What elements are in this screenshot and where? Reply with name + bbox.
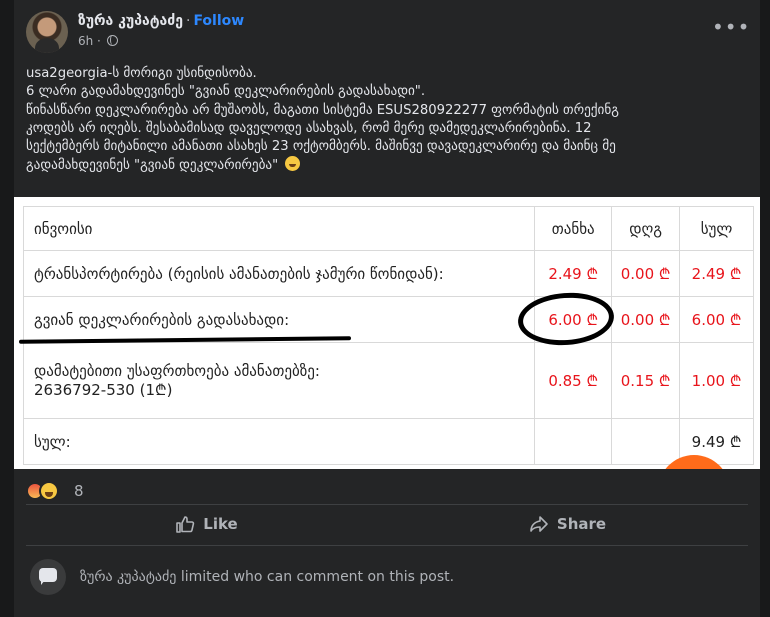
- invoice-row: ტრანსპორტირება (რეისის ამანათების ჯამური…: [22, 250, 754, 297]
- reaction-count: 8: [74, 482, 84, 500]
- like-label: Like: [203, 515, 238, 533]
- header-price: თანხა: [534, 206, 613, 251]
- globe-icon: [106, 35, 118, 46]
- row-vat: 0.15 ₾: [611, 342, 681, 419]
- row-label: ტრანსპორტირება (რეისის ამანათების ჯამური…: [22, 250, 536, 297]
- share-label: Share: [556, 515, 607, 533]
- comment-restriction-text: ზურა კუპატაძე limited who can comment on…: [80, 569, 455, 585]
- post-header: ზურა კუპატაძე · Follow 6h ·: [26, 11, 726, 53]
- post-text-line: usa2georgia-ს მორიგი უსინდისობა.: [26, 66, 257, 81]
- post-text-line: სექტემბერს მიტანილი ამანათი ასახეს 23 ოქ…: [26, 139, 616, 155]
- grimace-emoji-icon: [285, 156, 301, 172]
- haha-icon: [39, 481, 59, 501]
- author-row: ზურა კუპატაძე · Follow: [78, 13, 244, 29]
- sum-empty-cell: [611, 418, 681, 465]
- post-text-line: წინასწარი დეკლარირება არ მუშაობს, მაგათი…: [26, 102, 619, 118]
- like-button[interactable]: Like: [26, 505, 387, 543]
- invoice-row: დამატებითი უსაფრთხოება ამანათებზე: 26367…: [22, 342, 754, 419]
- header-item: ინვოისი: [22, 206, 536, 251]
- row-total: 1.00 ₾: [679, 342, 754, 419]
- invoice-row: გვიან დეკლარირების გადასახადი: 6.00 ₾ 0.…: [22, 296, 754, 343]
- row-price: 0.85 ₾: [534, 342, 613, 419]
- row-label: დამატებითი უსაფრთხოება ამანათებზე:: [34, 361, 320, 380]
- post-card: ზურა კუპატაძე · Follow 6h · ••• usa2georgi…: [14, 0, 760, 617]
- row-vat: 0.00 ₾: [611, 250, 681, 297]
- more-options-button[interactable]: •••: [712, 15, 749, 51]
- row-total: 2.49 ₾: [679, 250, 754, 297]
- post-text: usa2georgia-ს მორიგი უსინდისობა. 6 ლარი …: [26, 65, 751, 176]
- header-vat: დღგ: [611, 206, 681, 251]
- action-bar: Like Share: [26, 505, 748, 543]
- separator-dot: ·: [185, 13, 191, 29]
- author-name[interactable]: ზურა კუპატაძე: [78, 13, 183, 29]
- invoice-screenshot[interactable]: ინვოისი თანხა დღგ სულ ტრანსპორტირება (რე…: [14, 197, 760, 469]
- sum-empty-cell: [534, 418, 613, 465]
- post-text-line: კოდებს არ იღებს. შესაბამისად დაველოდე ას…: [26, 120, 592, 136]
- follow-button[interactable]: Follow: [193, 13, 244, 29]
- invoice-sum-row: სულ: 9.49 ₾: [22, 418, 754, 465]
- row-label-detail: 2636792-530 (1₾): [34, 380, 173, 399]
- invoice-header-row: ინვოისი თანხა დღგ სულ: [22, 206, 754, 251]
- avatar[interactable]: [26, 11, 68, 53]
- post-text-last-line: გადამახდევინეს "გვიან დეკლარირება": [26, 156, 751, 175]
- post-text-line: 6 ლარი გადამახდევინეს "გვიან დეკლარირები…: [26, 84, 426, 100]
- row-price: 2.49 ₾: [534, 250, 613, 297]
- like-icon: [176, 516, 195, 533]
- row-label-cell: დამატებითი უსაფრთხოება ამანათებზე: 26367…: [22, 342, 536, 419]
- post-text-line: გადამახდევინეს "გვიან დეკლარირება": [26, 158, 279, 174]
- sum-label: სულ:: [22, 418, 536, 465]
- post-meta: 6h ·: [78, 34, 118, 48]
- header-total: სულ: [679, 206, 754, 251]
- row-vat: 0.00 ₾: [611, 296, 681, 343]
- share-button[interactable]: Share: [387, 505, 748, 543]
- share-icon: [530, 516, 548, 532]
- post-time[interactable]: 6h ·: [78, 34, 101, 48]
- row-total: 6.00 ₾: [679, 296, 754, 343]
- divider: [26, 545, 748, 546]
- row-label: გვიან დეკლარირების გადასახადი:: [22, 296, 536, 343]
- invoice-table: ინვოისი თანხა დღგ სულ ტრანსპორტირება (რე…: [22, 206, 754, 465]
- comment-bubble-icon: [30, 559, 66, 595]
- comment-restriction-notice: ზურა კუპატაძე limited who can comment on…: [26, 556, 748, 600]
